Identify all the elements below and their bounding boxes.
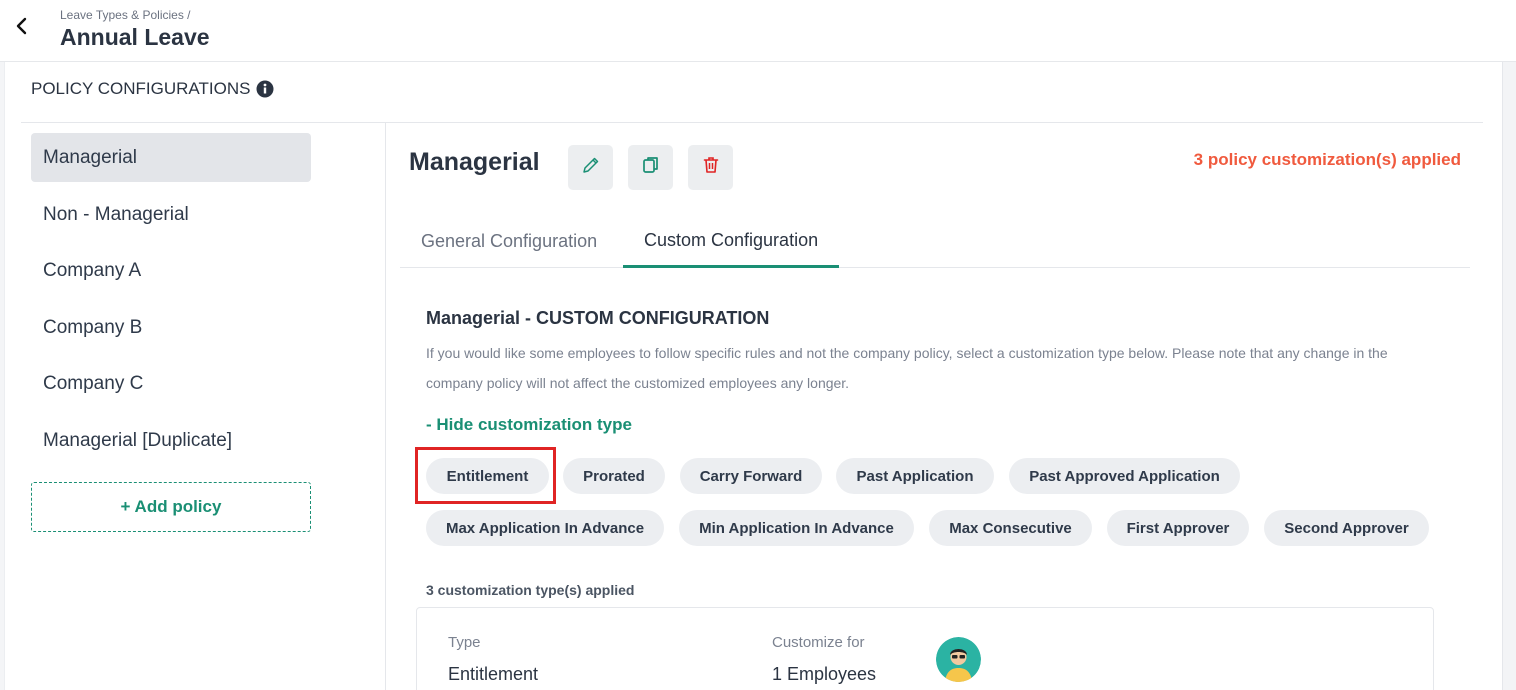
sidebar-item-non-managerial[interactable]: Non - Managerial (31, 190, 311, 239)
page-title: Annual Leave (60, 24, 210, 50)
scrollbar[interactable] (1502, 62, 1516, 690)
chip-second-approver[interactable]: Second Approver (1264, 510, 1429, 546)
page-header: Leave Types & Policies / Annual Leave (0, 0, 1516, 62)
add-policy-button[interactable]: + Add policy (31, 482, 311, 532)
entitlement-highlight-box (415, 447, 556, 504)
custom-config-description: If you would like some employees to foll… (426, 345, 1388, 391)
customization-applied-label: 3 customization type(s) applied (426, 582, 635, 598)
policy-title: Managerial (409, 148, 540, 176)
custom-config-title: Managerial - CUSTOM CONFIGURATION (426, 308, 770, 328)
left-edge (0, 62, 5, 690)
breadcrumb[interactable]: Leave Types & Policies / (60, 8, 191, 22)
chip-first-approver[interactable]: First Approver (1107, 510, 1249, 546)
config-tabs: General Configuration Custom Configurati… (400, 215, 1470, 268)
trash-icon (701, 155, 721, 180)
section-title: POLICY CONFIGURATIONS (31, 79, 274, 99)
sidebar-item-company-a[interactable]: Company A (31, 246, 311, 295)
policy-sidebar: Managerial Non - Managerial Company A Co… (21, 123, 386, 690)
type-label: Type (448, 634, 481, 651)
chip-carry-forward[interactable]: Carry Forward (680, 458, 822, 494)
sidebar-item-managerial-duplicate[interactable]: Managerial [Duplicate] (31, 416, 311, 465)
pencil-icon (581, 155, 601, 180)
tab-general-configuration[interactable]: General Configuration (400, 215, 618, 268)
chip-past-approved-application[interactable]: Past Approved Application (1009, 458, 1240, 494)
customization-card (416, 607, 1434, 690)
edit-button[interactable] (568, 145, 613, 190)
sidebar-item-label: Company A (43, 259, 142, 281)
customize-for-label: Customize for (772, 634, 865, 651)
avatar[interactable] (936, 637, 981, 682)
chip-past-application[interactable]: Past Application (836, 458, 994, 494)
tab-custom-configuration[interactable]: Custom Configuration (623, 215, 840, 268)
chip-min-application-in-advance[interactable]: Min Application In Advance (679, 510, 914, 546)
sidebar-item-label: Managerial [Duplicate] (43, 429, 233, 451)
chip-max-consecutive[interactable]: Max Consecutive (929, 510, 1092, 546)
customize-for-value[interactable]: 1 Employees (772, 664, 876, 685)
hide-customization-link[interactable]: - Hide customization type (426, 415, 632, 435)
chip-prorated[interactable]: Prorated (563, 458, 665, 494)
sidebar-item-managerial[interactable]: Managerial (31, 133, 311, 182)
info-icon[interactable] (256, 80, 274, 98)
back-arrow-icon[interactable] (10, 14, 34, 38)
policy-customization-count: 3 policy customization(s) applied (1193, 150, 1461, 169)
delete-button[interactable] (688, 145, 733, 190)
section-title-text: POLICY CONFIGURATIONS (31, 79, 251, 98)
sidebar-item-company-c[interactable]: Company C (31, 359, 311, 408)
type-value: Entitlement (448, 664, 539, 684)
chip-max-application-in-advance[interactable]: Max Application In Advance (426, 510, 664, 546)
sidebar-item-label: Non - Managerial (43, 203, 189, 225)
sidebar-item-company-b[interactable]: Company B (31, 303, 311, 352)
duplicate-button[interactable] (628, 145, 673, 190)
sidebar-item-label: Managerial (43, 146, 137, 168)
sidebar-item-label: Company B (43, 316, 143, 338)
sidebar-item-label: Company C (43, 372, 144, 394)
copy-icon (641, 155, 661, 180)
